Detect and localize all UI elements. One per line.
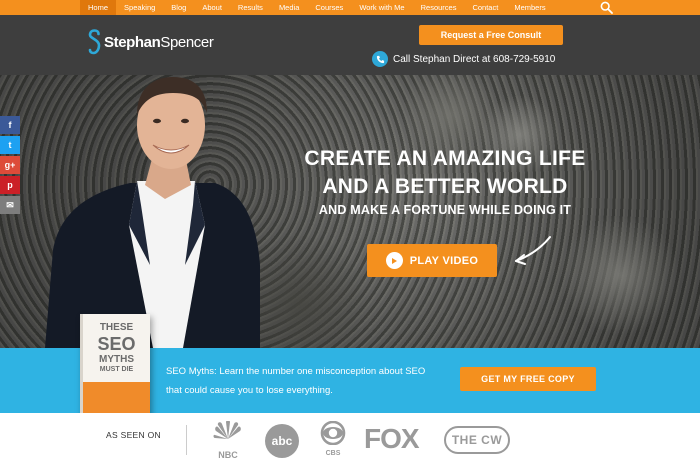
logo-first-name: Stephan	[104, 33, 161, 51]
seo-myths-book-image: THESE SEO MYTHS MUST DIE	[80, 314, 150, 420]
cbs-logo: CBS	[320, 420, 346, 457]
logo-s-icon	[88, 29, 101, 55]
hero-subheadline: AND MAKE A FORTUNE WHILE DOING IT	[318, 203, 572, 217]
cw-logo-text: THE CW	[451, 433, 503, 447]
email-share-icon[interactable]: ✉	[0, 196, 20, 214]
nav-item-blog[interactable]: Blog	[163, 0, 194, 15]
nav-item-media[interactable]: Media	[271, 0, 307, 15]
request-consult-button[interactable]: Request a Free Consult	[419, 25, 563, 45]
googleplus-share-icon[interactable]: g+	[0, 156, 20, 174]
nav-item-resources[interactable]: Resources	[413, 0, 465, 15]
hero-headline: CREATE AN AMAZING LIFE AND A BETTER WORL…	[270, 145, 620, 201]
play-icon	[385, 252, 403, 269]
play-video-button[interactable]: PLAY VIDEO	[367, 244, 497, 277]
phone-icon	[372, 51, 388, 67]
social-share-bar: f t g+ p ✉	[0, 116, 20, 216]
hand-drawn-arrow-icon	[515, 236, 551, 265]
get-free-copy-button[interactable]: GET MY FREE COPY	[460, 367, 596, 391]
nav-item-about[interactable]: About	[194, 0, 230, 15]
abc-logo-text: abc	[271, 434, 293, 448]
hero-section: CREATE AN AMAZING LIFE AND A BETTER WORL…	[0, 75, 700, 348]
hero-headline-line2: AND A BETTER WORLD	[322, 175, 568, 198]
cw-logo: THE CW	[444, 426, 510, 454]
book-title-line2: SEO	[97, 334, 136, 354]
play-video-label: PLAY VIDEO	[409, 254, 479, 267]
top-nav: Home Speaking Blog About Results Media C…	[0, 0, 700, 15]
as-seen-on-divider	[186, 425, 187, 455]
fox-logo: FOX	[364, 423, 420, 454]
as-seen-on-label: AS SEEN ON	[106, 430, 161, 440]
phone-contact[interactable]: Call Stephan Direct at 608-729-5910	[372, 51, 555, 67]
nav-item-work-with-me[interactable]: Work with Me	[351, 0, 412, 15]
nav-item-members[interactable]: Members	[506, 0, 553, 15]
logo-text: StephanSpencer	[104, 33, 214, 51]
nav-item-home[interactable]: Home	[80, 0, 117, 15]
facebook-share-icon[interactable]: f	[0, 116, 20, 134]
hero-portrait-image	[45, 77, 260, 348]
book-title-line3: MYTHS	[99, 354, 134, 365]
twitter-share-icon[interactable]: t	[0, 136, 20, 154]
nbc-logo: NBC	[210, 420, 246, 460]
search-icon[interactable]	[600, 1, 613, 14]
pinterest-share-icon[interactable]: p	[0, 176, 20, 194]
nav-item-speaking[interactable]: Speaking	[116, 0, 163, 15]
nbc-logo-text: NBC	[218, 450, 238, 460]
book-title-line1: THESE	[99, 322, 134, 333]
site-logo[interactable]: StephanSpencer	[88, 27, 214, 57]
site-header: StephanSpencer Request a Free Consult Ca…	[0, 15, 700, 75]
nav-item-results[interactable]: Results	[230, 0, 271, 15]
cbs-logo-text: CBS	[325, 450, 341, 457]
nav-menu: Home Speaking Blog About Results Media C…	[80, 0, 554, 15]
promo-text: SEO Myths: Learn the number one misconce…	[166, 366, 426, 396]
phone-text: Call Stephan Direct at 608-729-5910	[393, 53, 556, 65]
book-title-line4: MUST DIE	[99, 366, 134, 373]
hero-headline-line1: CREATE AN AMAZING LIFE	[304, 147, 586, 170]
abc-logo: abc	[265, 424, 299, 458]
nav-item-contact[interactable]: Contact	[464, 0, 506, 15]
logo-last-name: Spencer	[160, 33, 214, 51]
nav-item-courses[interactable]: Courses	[307, 0, 351, 15]
as-seen-on-bar: AS SEEN ON NBC abc CBS FOX THE CW	[0, 413, 700, 461]
